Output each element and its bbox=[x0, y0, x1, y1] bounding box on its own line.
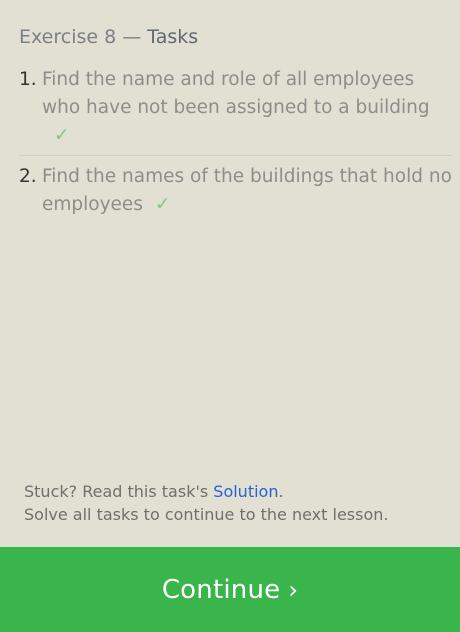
task-item-1: 1. Find the name and role of all employe… bbox=[19, 66, 452, 155]
task-number: 1. bbox=[19, 69, 37, 90]
exercise-title: Exercise 8 bbox=[19, 26, 117, 48]
solve-message: Solve all tasks to continue to the next … bbox=[24, 505, 389, 524]
continue-button[interactable]: Continue › bbox=[0, 547, 460, 632]
stuck-suffix: . bbox=[278, 482, 284, 501]
task-item-2: 2. Find the names of the buildings that … bbox=[19, 155, 452, 224]
header-separator: — bbox=[122, 26, 142, 48]
stuck-prefix: Stuck? Read this task's bbox=[24, 482, 214, 501]
checkmark-icon: ✓ bbox=[154, 194, 171, 215]
task-number: 2. bbox=[19, 166, 37, 187]
task-text-wrapper: Find the name and role of all employees … bbox=[42, 66, 452, 150]
checkmark-icon: ✓ bbox=[54, 125, 70, 146]
tasks-heading: Tasks bbox=[147, 26, 199, 48]
help-footer: Stuck? Read this task's Solution. Solve … bbox=[24, 480, 388, 526]
task-list: 1. Find the name and role of all employe… bbox=[19, 66, 452, 224]
stuck-line: Stuck? Read this task's Solution. bbox=[24, 480, 388, 503]
continue-label: Continue bbox=[161, 574, 281, 605]
task-text-wrapper: Find the names of the buildings that hol… bbox=[42, 163, 452, 219]
task-description: Find the name and role of all employees … bbox=[42, 69, 430, 118]
exercise-header: Exercise 8 — Tasks bbox=[19, 24, 198, 50]
task-description: Find the names of the buildings that hol… bbox=[42, 166, 452, 215]
solution-link[interactable]: Solution bbox=[213, 482, 278, 501]
chevron-right-icon: › bbox=[288, 575, 299, 604]
